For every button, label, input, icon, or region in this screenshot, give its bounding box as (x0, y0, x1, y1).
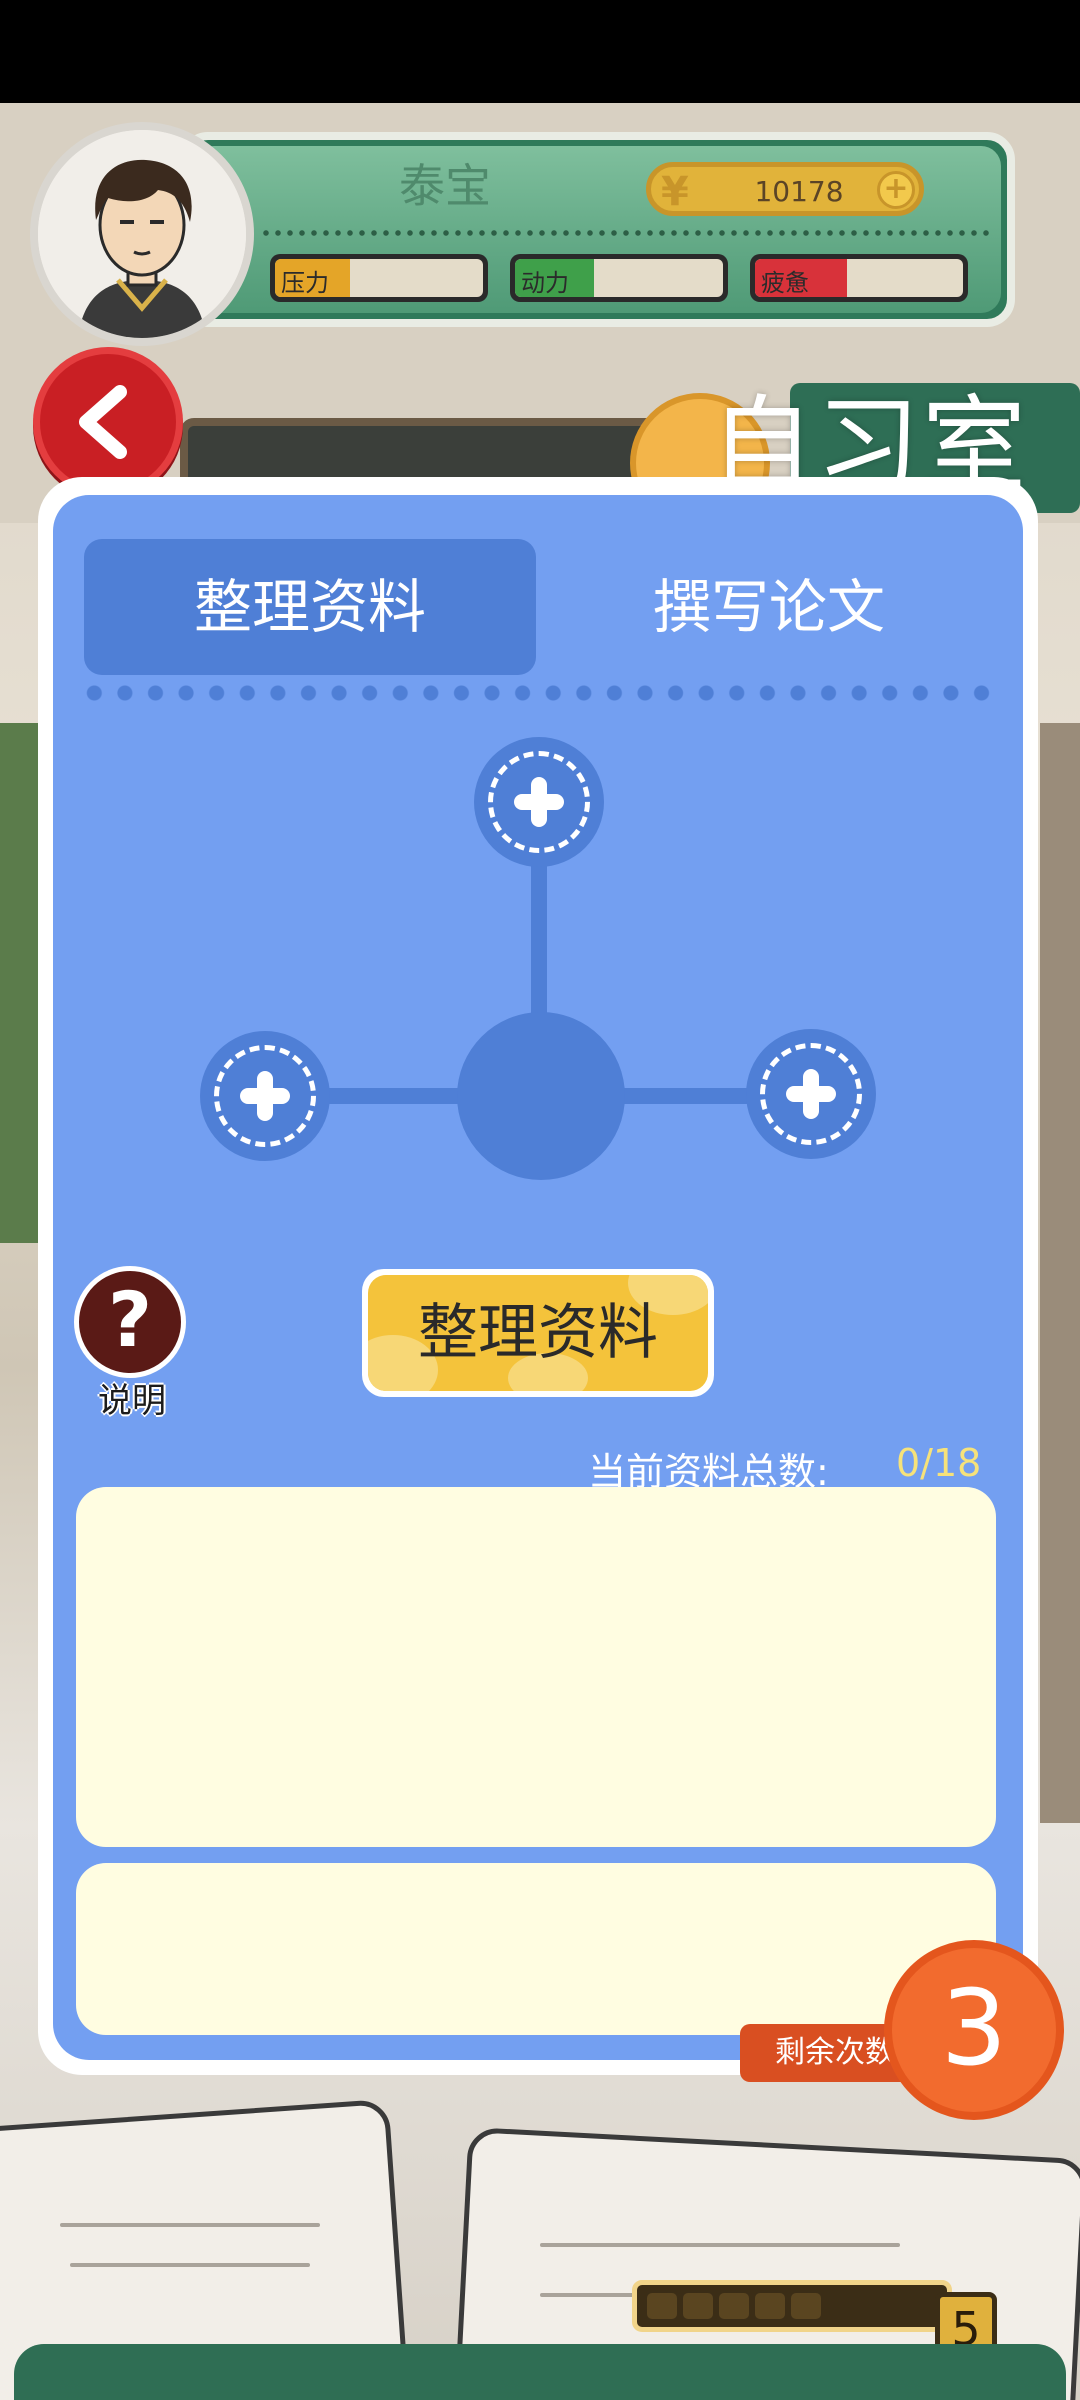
motivation-label: 动力 (521, 269, 569, 297)
add-coins-icon[interactable]: + (877, 171, 915, 209)
bottom-nav-bar (14, 2344, 1066, 2400)
materials-list-panel (76, 1487, 996, 1847)
chevron-left-icon (79, 385, 127, 459)
material-slot-right[interactable] (746, 1029, 876, 1159)
help-label: 说明 (98, 1381, 166, 1421)
organize-button-label: 整理资料 (418, 1298, 658, 1368)
organize-materials-button[interactable]: 整理资料 (362, 1269, 714, 1397)
back-button[interactable] (33, 347, 183, 497)
pressure-label: 压力 (281, 269, 329, 297)
motivation-track: 动力 (515, 259, 723, 297)
plus-icon (531, 777, 547, 827)
coin-balance[interactable]: ¥ 10178 + (646, 162, 924, 216)
energy-pip (647, 2293, 677, 2319)
book-text-line (540, 2243, 900, 2247)
question-mark-icon: ? (107, 1275, 153, 1364)
yen-icon: ¥ (661, 169, 689, 215)
energy-pip (791, 2293, 821, 2319)
hud-divider (260, 230, 995, 236)
coin-value: 10178 (754, 175, 844, 208)
tab-divider (79, 684, 999, 702)
plant-decoration (0, 723, 40, 1243)
energy-pip (719, 2293, 749, 2319)
pressure-meter: 压力 (270, 254, 488, 302)
organize-button-face: 整理资料 (368, 1275, 708, 1391)
center-node (457, 1012, 625, 1180)
materials-result-panel (76, 1863, 996, 2035)
motivation-meter: 动力 (510, 254, 728, 302)
energy-pip (755, 2293, 785, 2319)
bookshelf-decoration (1040, 723, 1080, 1823)
avatar-portrait (38, 130, 246, 338)
material-count-value: 0/18 (896, 1441, 982, 1485)
pressure-track: 压力 (275, 259, 483, 297)
plus-icon (257, 1071, 273, 1121)
plus-icon (803, 1069, 819, 1119)
remaining-attempts-count: 3 (884, 1940, 1064, 2120)
book-text-line (60, 2223, 320, 2227)
tab-write-paper[interactable]: 撰写论文 (543, 539, 995, 675)
study-room-dialog: 整理资料 撰写论文 ? 说明 整理资料 当前资料总数: 0/18 (38, 477, 1038, 2075)
fatigue-track: 疲惫 (755, 259, 963, 297)
material-slot-top[interactable] (474, 737, 604, 867)
player-name: 泰宝 (399, 159, 491, 213)
book-text-line (70, 2263, 310, 2267)
fatigue-label: 疲惫 (761, 269, 809, 297)
fatigue-meter: 疲惫 (750, 254, 968, 302)
status-bar (0, 0, 1080, 103)
energy-pip (683, 2293, 713, 2319)
tab-organize-materials[interactable]: 整理资料 (84, 539, 536, 675)
dialog-content: 整理资料 撰写论文 ? 说明 整理资料 当前资料总数: 0/18 (53, 495, 1023, 2060)
material-slot-left[interactable] (200, 1031, 330, 1161)
energy-bar (632, 2280, 952, 2332)
help-button[interactable]: ? (74, 1266, 186, 1378)
avatar[interactable] (30, 122, 254, 346)
